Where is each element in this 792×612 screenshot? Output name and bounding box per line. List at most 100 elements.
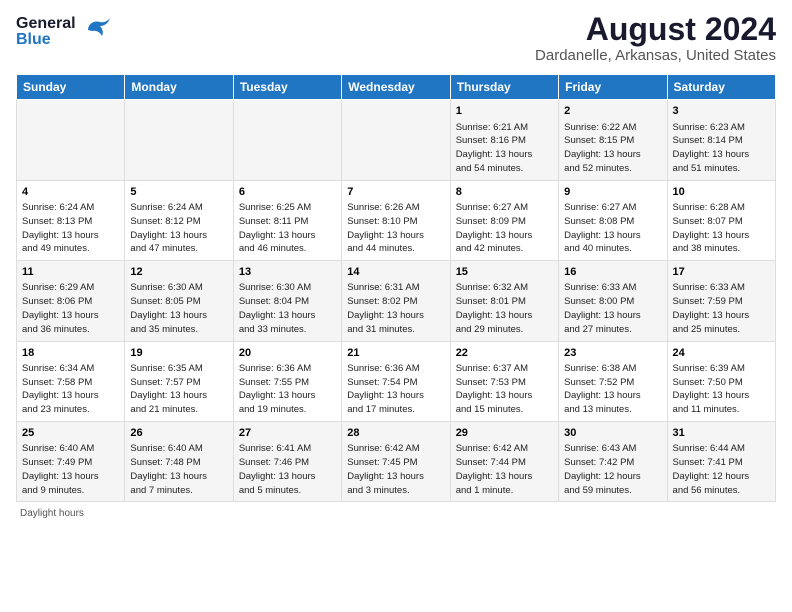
header: General Blue August 2024 Dardanelle, Ark… [16,12,776,64]
page-container: General Blue August 2024 Dardanelle, Ark… [0,0,792,527]
day-number: 20 [239,346,336,361]
calendar-cell: 8Sunrise: 6:27 AMSunset: 8:09 PMDaylight… [450,180,558,260]
day-number: 26 [130,426,227,441]
calendar-cell: 1 Sunrise: 6:21 AMSunset: 8:16 PMDaylight… [450,100,558,180]
week-row-4: 18Sunrise: 6:34 AMSunset: 7:58 PMDayligh… [17,341,776,421]
day-number: 2 [564,104,661,119]
day-number: 19 [130,346,227,361]
calendar-cell: 30Sunrise: 6:43 AMSunset: 7:42 PMDayligh… [559,422,667,502]
day-info: Sunrise: 6:39 AMSunset: 7:50 PMDaylight:… [673,362,770,417]
day-number: 23 [564,346,661,361]
calendar-cell [17,100,125,180]
day-info: Sunrise: 6:38 AMSunset: 7:52 PMDaylight:… [564,362,661,417]
week-row-3: 11Sunrise: 6:29 AMSunset: 8:06 PMDayligh… [17,261,776,341]
day-info: Sunrise: 6:27 AMSunset: 8:09 PMDaylight:… [456,201,553,256]
day-info: Sunrise: 6:22 AMSunset: 8:15 PMDaylight:… [564,121,661,176]
col-monday: Monday [125,75,233,100]
calendar-cell [342,100,450,180]
calendar-cell: 2 Sunrise: 6:22 AMSunset: 8:15 PMDaylight… [559,100,667,180]
calendar-cell: 13Sunrise: 6:30 AMSunset: 8:04 PMDayligh… [233,261,341,341]
calendar-cell: 12Sunrise: 6:30 AMSunset: 8:05 PMDayligh… [125,261,233,341]
calendar-cell: 19Sunrise: 6:35 AMSunset: 7:57 PMDayligh… [125,341,233,421]
day-info: Sunrise: 6:32 AMSunset: 8:01 PMDaylight:… [456,281,553,336]
day-number: 7 [347,185,444,200]
day-number: 4 [22,185,119,200]
main-title: August 2024 [535,12,776,47]
day-number: 12 [130,265,227,280]
day-info: Sunrise: 6:41 AMSunset: 7:46 PMDaylight:… [239,442,336,497]
day-info: Sunrise: 6:37 AMSunset: 7:53 PMDaylight:… [456,362,553,417]
day-number: 1 [456,104,553,119]
day-info: Sunrise: 6:23 AMSunset: 8:14 PMDaylight:… [673,121,770,176]
day-info: Sunrise: 6:24 AMSunset: 8:13 PMDaylight:… [22,201,119,256]
day-info: Sunrise: 6:34 AMSunset: 7:58 PMDaylight:… [22,362,119,417]
calendar-cell: 23Sunrise: 6:38 AMSunset: 7:52 PMDayligh… [559,341,667,421]
day-info: Sunrise: 6:21 AMSunset: 8:16 PMDaylight:… [456,121,553,176]
day-info: Sunrise: 6:29 AMSunset: 8:06 PMDaylight:… [22,281,119,336]
calendar-cell: 11Sunrise: 6:29 AMSunset: 8:06 PMDayligh… [17,261,125,341]
calendar-cell: 31Sunrise: 6:44 AMSunset: 7:41 PMDayligh… [667,422,775,502]
calendar-cell: 16Sunrise: 6:33 AMSunset: 8:00 PMDayligh… [559,261,667,341]
day-info: Sunrise: 6:40 AMSunset: 7:49 PMDaylight:… [22,442,119,497]
day-number: 6 [239,185,336,200]
day-number: 29 [456,426,553,441]
day-info: Sunrise: 6:31 AMSunset: 8:02 PMDaylight:… [347,281,444,336]
day-number: 13 [239,265,336,280]
day-number: 15 [456,265,553,280]
day-info: Sunrise: 6:25 AMSunset: 8:11 PMDaylight:… [239,201,336,256]
sub-title: Dardanelle, Arkansas, United States [535,47,776,64]
day-number: 18 [22,346,119,361]
calendar-cell [125,100,233,180]
footer: Daylight hours [16,508,776,519]
day-number: 9 [564,185,661,200]
day-info: Sunrise: 6:33 AMSunset: 8:00 PMDaylight:… [564,281,661,336]
calendar-cell: 7Sunrise: 6:26 AMSunset: 8:10 PMDaylight… [342,180,450,260]
title-block: August 2024 Dardanelle, Arkansas, United… [535,12,776,64]
calendar-cell: 9Sunrise: 6:27 AMSunset: 8:08 PMDaylight… [559,180,667,260]
calendar-header-row: Sunday Monday Tuesday Wednesday Thursday… [17,75,776,100]
calendar-cell: 28Sunrise: 6:42 AMSunset: 7:45 PMDayligh… [342,422,450,502]
col-sunday: Sunday [17,75,125,100]
day-info: Sunrise: 6:33 AMSunset: 7:59 PMDaylight:… [673,281,770,336]
calendar-cell: 10Sunrise: 6:28 AMSunset: 8:07 PMDayligh… [667,180,775,260]
day-info: Sunrise: 6:36 AMSunset: 7:55 PMDaylight:… [239,362,336,417]
col-wednesday: Wednesday [342,75,450,100]
day-info: Sunrise: 6:44 AMSunset: 7:41 PMDaylight:… [673,442,770,497]
col-saturday: Saturday [667,75,775,100]
logo-bird-icon [80,14,112,51]
week-row-2: 4Sunrise: 6:24 AMSunset: 8:13 PMDaylight… [17,180,776,260]
calendar-cell: 6Sunrise: 6:25 AMSunset: 8:11 PMDaylight… [233,180,341,260]
calendar-cell: 21Sunrise: 6:36 AMSunset: 7:54 PMDayligh… [342,341,450,421]
day-info: Sunrise: 6:27 AMSunset: 8:08 PMDaylight:… [564,201,661,256]
calendar-cell: 17Sunrise: 6:33 AMSunset: 7:59 PMDayligh… [667,261,775,341]
day-number: 28 [347,426,444,441]
day-info: Sunrise: 6:30 AMSunset: 8:04 PMDaylight:… [239,281,336,336]
day-number: 17 [673,265,770,280]
logo: General Blue [16,12,112,51]
calendar-cell: 5Sunrise: 6:24 AMSunset: 8:12 PMDaylight… [125,180,233,260]
calendar-cell: 27Sunrise: 6:41 AMSunset: 7:46 PMDayligh… [233,422,341,502]
day-info: Sunrise: 6:42 AMSunset: 7:44 PMDaylight:… [456,442,553,497]
calendar-cell: 18Sunrise: 6:34 AMSunset: 7:58 PMDayligh… [17,341,125,421]
day-number: 3 [673,104,770,119]
calendar-cell: 15Sunrise: 6:32 AMSunset: 8:01 PMDayligh… [450,261,558,341]
day-info: Sunrise: 6:30 AMSunset: 8:05 PMDaylight:… [130,281,227,336]
day-info: Sunrise: 6:35 AMSunset: 7:57 PMDaylight:… [130,362,227,417]
col-friday: Friday [559,75,667,100]
calendar-cell: 25Sunrise: 6:40 AMSunset: 7:49 PMDayligh… [17,422,125,502]
day-number: 8 [456,185,553,200]
calendar-cell: 4Sunrise: 6:24 AMSunset: 8:13 PMDaylight… [17,180,125,260]
logo-blue: Blue [16,32,76,48]
day-info: Sunrise: 6:40 AMSunset: 7:48 PMDaylight:… [130,442,227,497]
calendar-cell: 22Sunrise: 6:37 AMSunset: 7:53 PMDayligh… [450,341,558,421]
day-number: 25 [22,426,119,441]
logo-general: General [16,16,76,32]
day-number: 21 [347,346,444,361]
week-row-1: 1 Sunrise: 6:21 AMSunset: 8:16 PMDaylight… [17,100,776,180]
day-info: Sunrise: 6:43 AMSunset: 7:42 PMDaylight:… [564,442,661,497]
calendar-cell: 26Sunrise: 6:40 AMSunset: 7:48 PMDayligh… [125,422,233,502]
calendar-cell: 29Sunrise: 6:42 AMSunset: 7:44 PMDayligh… [450,422,558,502]
calendar-cell: 24Sunrise: 6:39 AMSunset: 7:50 PMDayligh… [667,341,775,421]
day-number: 11 [22,265,119,280]
col-thursday: Thursday [450,75,558,100]
